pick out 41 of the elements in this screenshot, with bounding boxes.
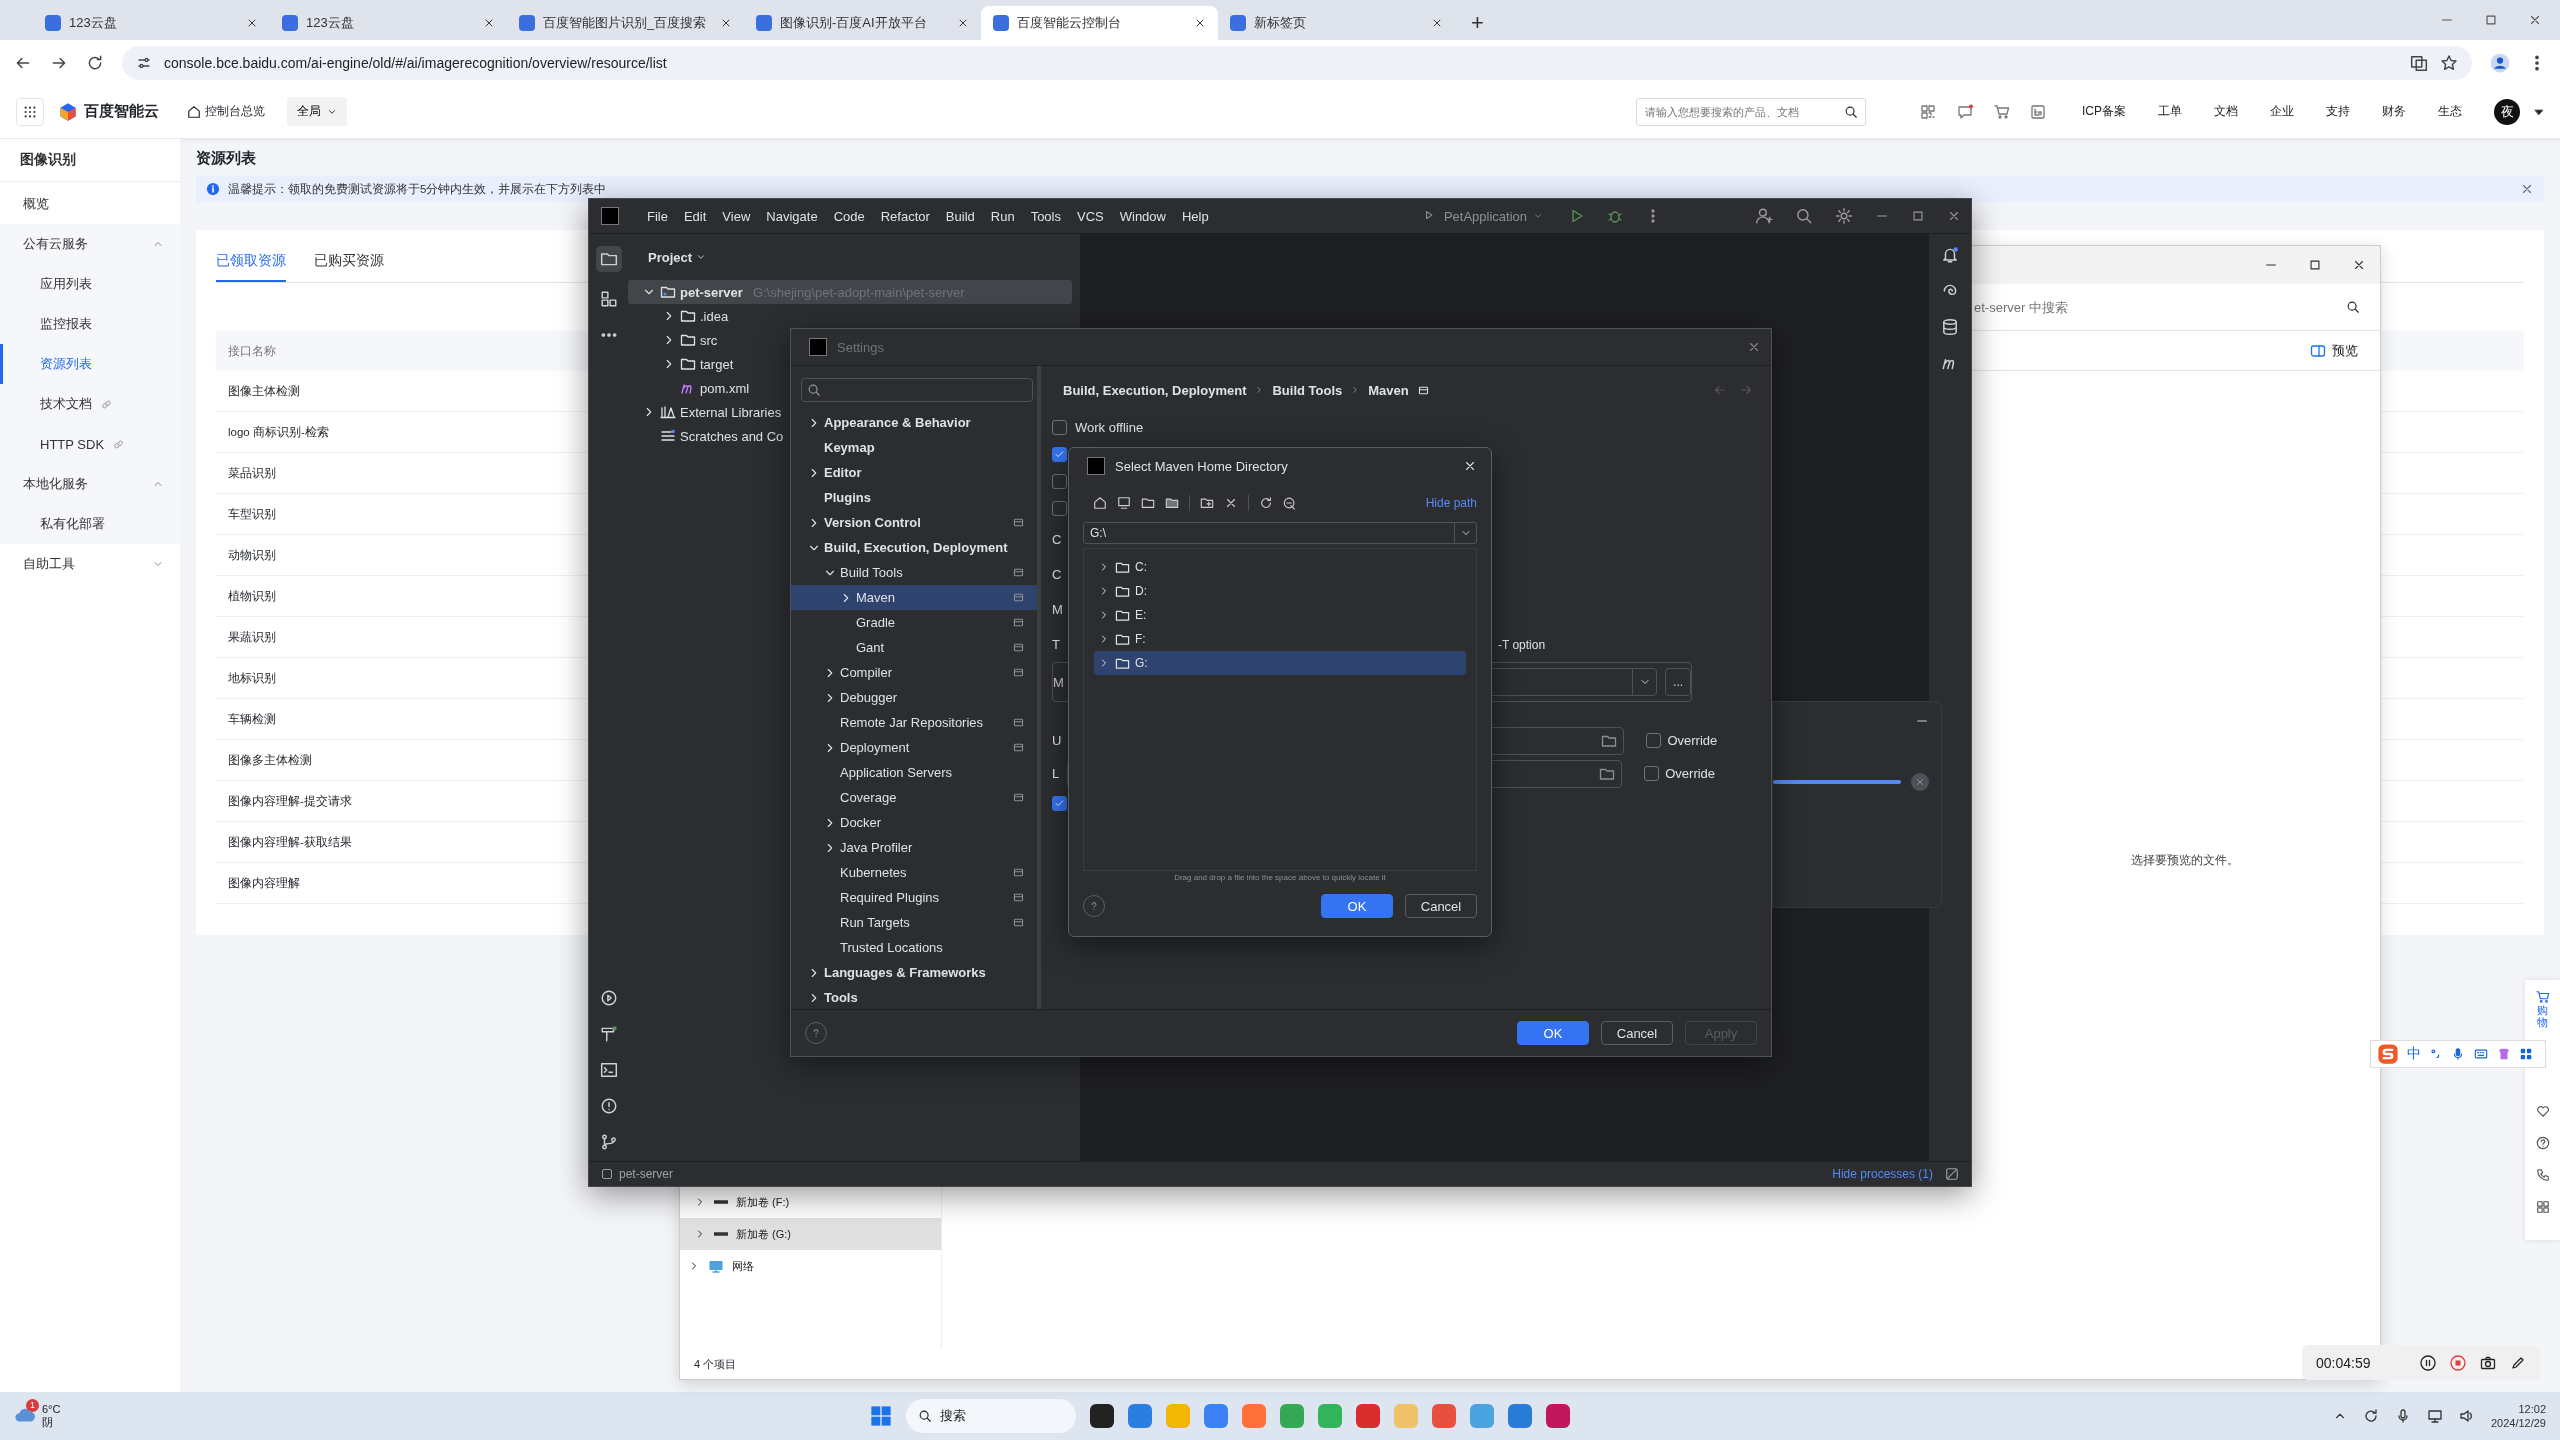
- preview-hint: 选择要预览的文件。: [2131, 851, 2239, 869]
- column-header: 接口名称: [228, 343, 276, 359]
- table-cell: 菜品识别: [228, 465, 276, 481]
- drop-hint: Drag and drop a file into the space above to quickly locate it: [1173, 873, 1387, 882]
- sidebar-title: 图像识别: [0, 139, 180, 182]
- table-cell: 图像内容理解-提交请求: [228, 793, 352, 809]
- option-label: U: [1052, 733, 1062, 748]
- notification-badge: 1: [26, 1398, 39, 1412]
- page-title: 资源列表: [196, 149, 257, 168]
- table-cell: logo 商标识别-检索: [228, 424, 329, 440]
- option-hint: -T option: [1497, 637, 1546, 652]
- option-label: L: [1052, 766, 1060, 781]
- weather-condition: 阴: [42, 1416, 54, 1430]
- breadcrumb-item: Build, Execution, Deployment: [1063, 382, 1247, 398]
- item-count: 4 个项目: [694, 1356, 737, 1372]
- option-label: Override: [1667, 733, 1718, 748]
- dialog-title: Select Maven Home Directory: [1115, 458, 1288, 474]
- recording-timer: 00:04:59: [2316, 1354, 2371, 1371]
- option-label: Work offline: [1075, 420, 1144, 435]
- brand-name: 百度智能云: [84, 102, 159, 121]
- option-label: Override: [1665, 766, 1716, 781]
- option-label: C: [1052, 567, 1062, 582]
- temperature: 6°C: [42, 1402, 61, 1416]
- breadcrumb-item: Build Tools: [1272, 382, 1343, 398]
- notice-text: 温馨提示：领取的免费测试资源将于5分钟内生效，并展示在下方列表中: [228, 181, 607, 197]
- option-label: M: [1053, 674, 1064, 690]
- table-cell: 图像内容理解: [228, 875, 300, 891]
- breadcrumb-item: Maven: [1368, 382, 1409, 398]
- table-cell: 图像多主体检测: [228, 752, 312, 768]
- table-cell: 动物识别: [228, 547, 276, 563]
- table-cell: 车型识别: [228, 506, 276, 522]
- table-cell: 图像内容理解-获取结果: [228, 834, 352, 850]
- option-label: C: [1052, 532, 1062, 547]
- table-cell: 图像主体检测: [228, 383, 300, 399]
- table-cell: 植物识别: [228, 588, 276, 604]
- table-cell: 车辆检测: [228, 711, 276, 727]
- dialog-title: Settings: [837, 339, 884, 355]
- option-label: M: [1052, 602, 1063, 617]
- table-cell: 果蔬识别: [228, 629, 276, 645]
- table-cell: 地标识别: [228, 670, 276, 686]
- option-label: T: [1052, 637, 1060, 652]
